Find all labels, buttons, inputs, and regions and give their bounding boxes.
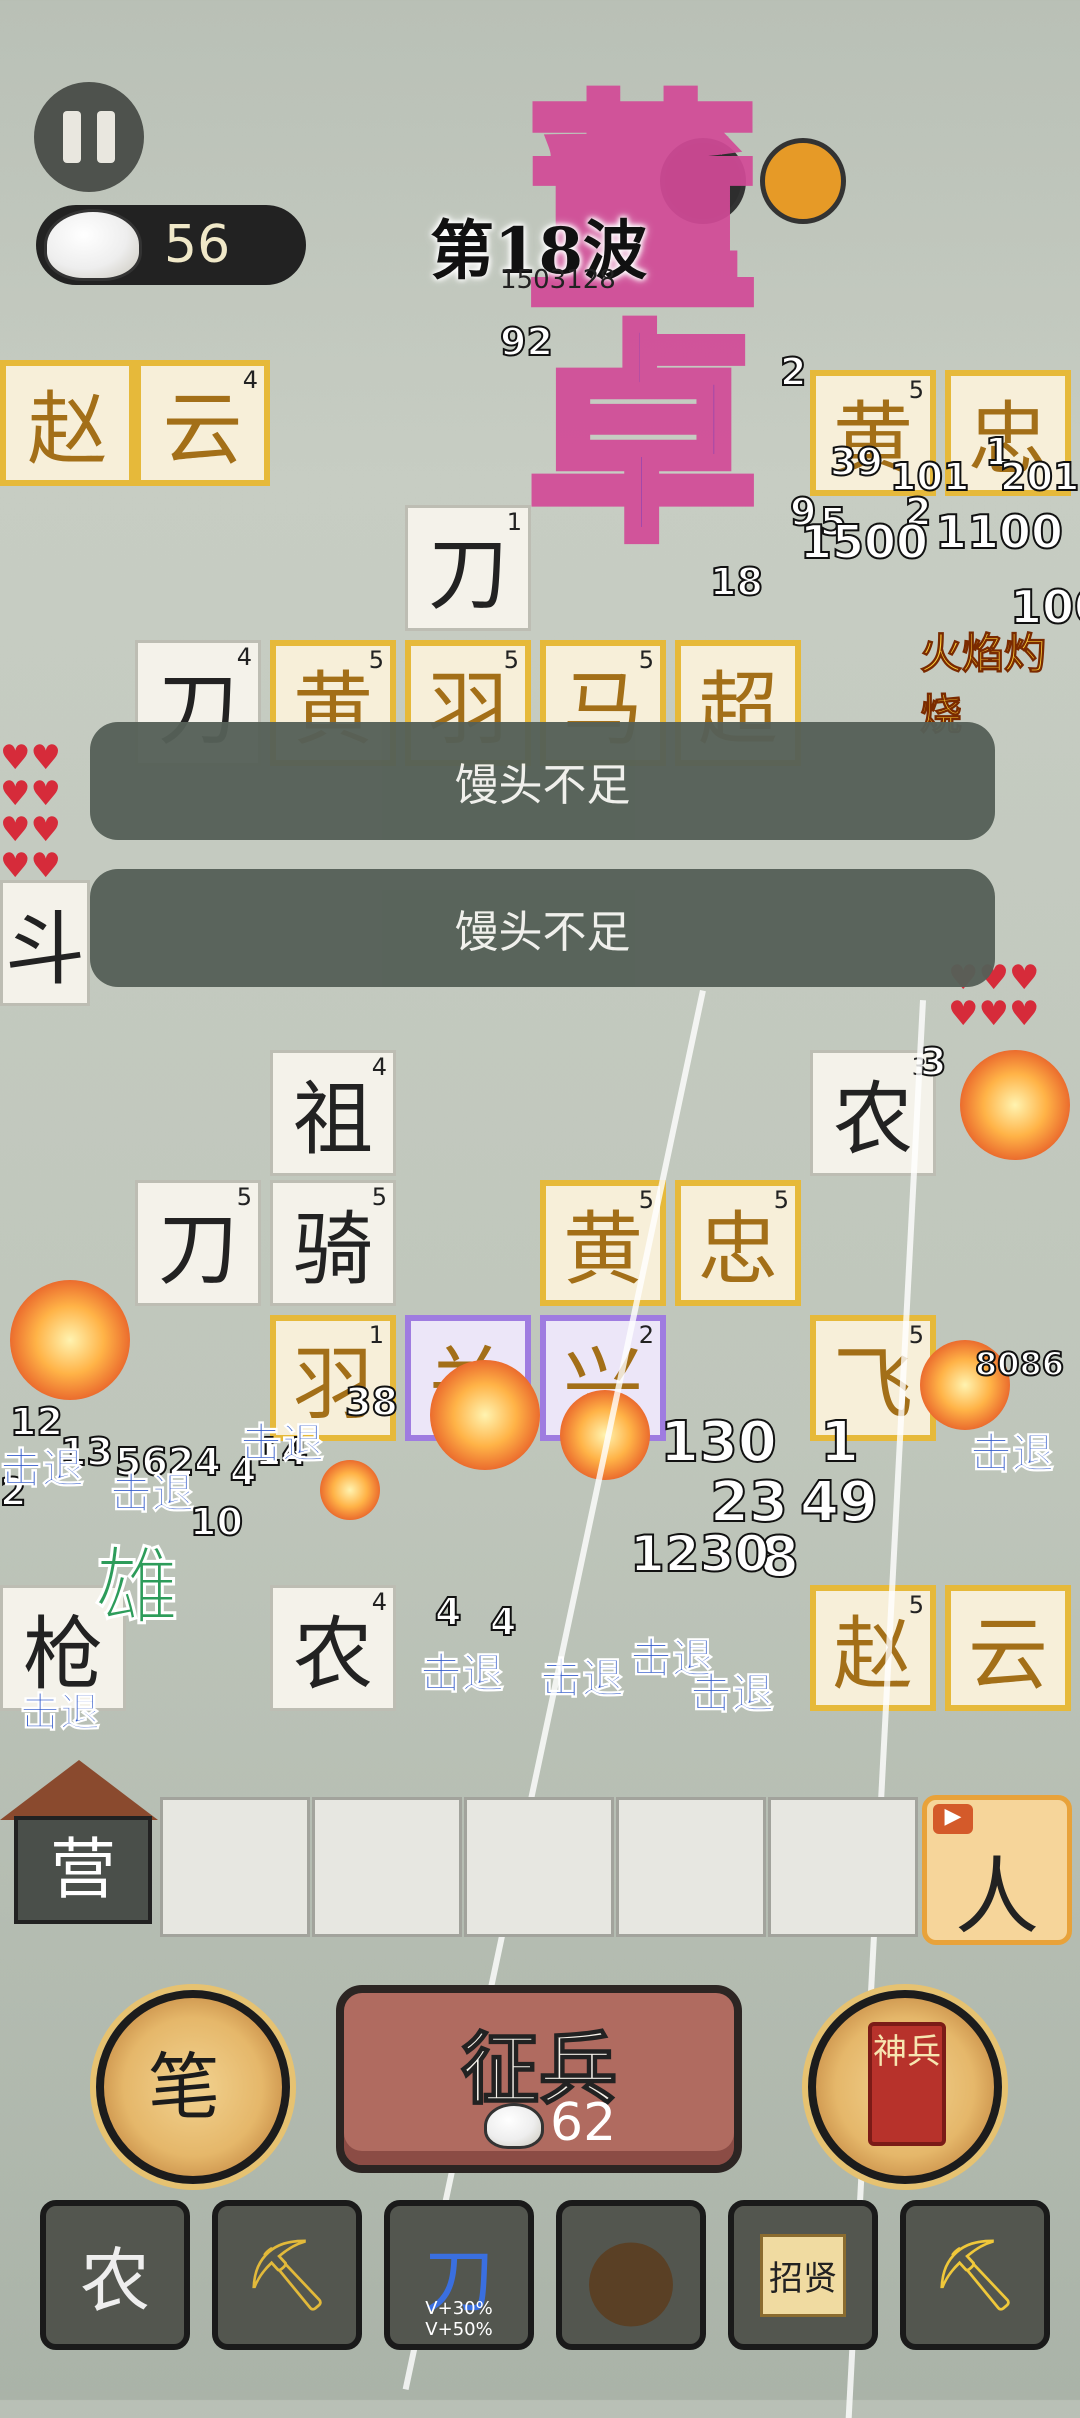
camp-button[interactable]: 营 xyxy=(0,1760,158,1928)
knockback-label: 击退 xyxy=(689,1669,775,1719)
unit-tile[interactable]: 斗 xyxy=(0,880,90,1006)
damage-number: 49 xyxy=(799,1469,879,1536)
damage-number: 1230 xyxy=(629,1524,770,1584)
unit-bench xyxy=(160,1797,920,1941)
bench-slot[interactable] xyxy=(464,1797,614,1937)
unit-tile[interactable]: 5骑 xyxy=(270,1180,396,1306)
unit-tile[interactable]: 赵 xyxy=(0,360,135,486)
damage-number: 1500 xyxy=(799,514,929,570)
damage-number: 39 xyxy=(829,439,884,485)
pause-button[interactable] xyxy=(34,82,144,192)
treasure-dig-icon: ⛏ xyxy=(930,2233,1020,2316)
bow-skill-icon xyxy=(760,138,846,224)
mantou-counter: 56 xyxy=(36,205,306,285)
bench-slot[interactable] xyxy=(616,1797,766,1937)
video-unit-card[interactable]: ▶ 人 xyxy=(922,1795,1072,1946)
farmer-tool-button[interactable]: 农 xyxy=(40,2200,190,2350)
explosion-effect xyxy=(960,1050,1070,1160)
knockback-label: 击退 xyxy=(109,1469,195,1519)
damage-number: 4 xyxy=(434,1589,462,1635)
knockback-label: 击退 xyxy=(20,1690,101,1737)
knockback-label: 击退 xyxy=(239,1419,325,1469)
knockback-label: 击退 xyxy=(969,1429,1055,1479)
damage-number: 3 xyxy=(919,1039,947,1085)
explosion-effect xyxy=(320,1460,380,1520)
knockback-label: 击退 xyxy=(419,1649,505,1699)
mantou-count: 56 xyxy=(164,215,231,275)
damage-number: 130 xyxy=(659,1409,778,1476)
mantou-icon xyxy=(44,209,142,281)
shovel-tool-button[interactable]: ⛏ xyxy=(212,2200,362,2350)
recruit-cost: 62 xyxy=(550,2093,617,2153)
mantou-icon xyxy=(484,2103,544,2149)
recruit-button[interactable]: 征兵 62 xyxy=(336,1985,742,2173)
bench-slot[interactable] xyxy=(312,1797,462,1937)
rock-icon: ● xyxy=(583,2211,679,2339)
shovel-icon: ⛏ xyxy=(242,2233,332,2316)
damage-number: 18 xyxy=(709,559,764,605)
treasure-dig-button[interactable]: ⛏ xyxy=(900,2200,1050,2350)
bench-slot[interactable] xyxy=(160,1797,310,1937)
unit-tile[interactable]: 1刀 xyxy=(405,505,531,631)
damage-number: 38 xyxy=(344,1379,399,1425)
damage-number: 2 xyxy=(779,349,807,395)
brush-icon: 笔 xyxy=(148,2045,221,2129)
boss-hp-text: 1503128 xyxy=(500,265,616,295)
hero-tag: 雄 xyxy=(93,1537,180,1638)
farmer-icon: 农 xyxy=(80,2239,150,2322)
toast-message: 馒头不足 xyxy=(90,869,995,987)
damage-number: 92 xyxy=(499,319,554,365)
tool-bar: 农 ⛏ 刀 V+30% V+50% ● 招贤 ⛏ xyxy=(40,2200,1050,2360)
unit-tile[interactable]: 4祖 xyxy=(270,1050,396,1176)
bench-slot[interactable] xyxy=(768,1797,918,1937)
heart-icon: ♥♥ ♥♥ ♥♥ ♥♥ xyxy=(0,738,61,886)
damage-number: 201 xyxy=(999,454,1080,500)
unit-tile[interactable]: 云 xyxy=(945,1585,1071,1711)
explosion-effect xyxy=(10,1280,130,1400)
unit-tile[interactable]: 5忠 xyxy=(675,1180,801,1306)
brush-button[interactable]: 笔 xyxy=(96,1990,290,2184)
toast-message: 馒头不足 xyxy=(90,722,995,840)
damage-number: 4 xyxy=(489,1599,517,1645)
shenbing-button[interactable]: 神兵 xyxy=(808,1990,1002,2184)
damage-number: 8086 xyxy=(974,1344,1065,1384)
rock-tool-button[interactable]: ● xyxy=(556,2200,706,2350)
unit-tile[interactable]: 5刀 xyxy=(135,1180,261,1306)
unit-tile[interactable]: 5赵 xyxy=(810,1585,936,1711)
knockback-label: 击退 xyxy=(0,1444,85,1494)
pause-icon xyxy=(63,111,81,163)
scroll-icon: 招贤 xyxy=(760,2233,846,2317)
blade-upgrade-bonus: V+30% V+50% xyxy=(425,2298,493,2340)
explosion-effect xyxy=(430,1360,540,1470)
damage-number: 1100 xyxy=(934,504,1064,560)
blade-upgrade-button[interactable]: 刀 V+30% V+50% xyxy=(384,2200,534,2350)
zhaoxian-button[interactable]: 招贤 xyxy=(728,2200,878,2350)
damage-number: 10 xyxy=(189,1499,244,1545)
unit-tile[interactable]: 4农 xyxy=(270,1585,396,1711)
shenbing-card-icon: 神兵 xyxy=(868,2022,946,2146)
damage-number: 1 xyxy=(819,1409,860,1476)
unit-tile[interactable]: 4云 xyxy=(135,360,270,486)
